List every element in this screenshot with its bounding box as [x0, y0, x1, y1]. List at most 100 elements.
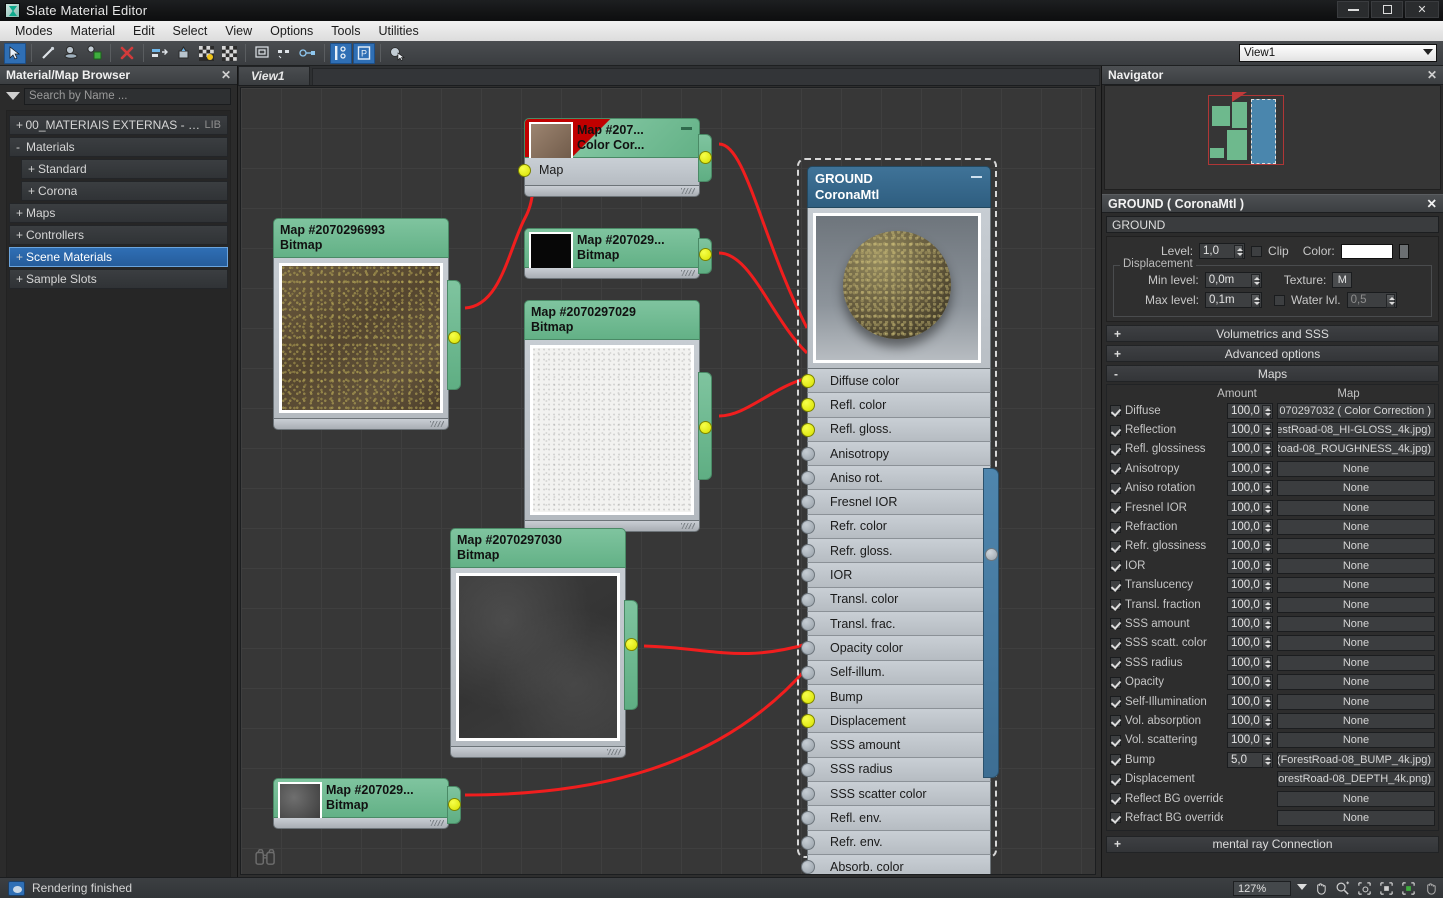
map-slot-button[interactable]: (ForestRoad-08_BUMP_4k.jpg) [1277, 751, 1435, 768]
socket-empty[interactable] [801, 592, 815, 607]
map-amount-spinner[interactable]: 100,0 [1227, 480, 1273, 497]
min-level-spinner[interactable]: 0,0m [1204, 272, 1262, 288]
browser-item-sample-slots[interactable]: + Sample Slots [9, 269, 228, 289]
socket-empty[interactable] [801, 835, 815, 850]
spinner-arrows-icon[interactable] [1262, 424, 1271, 439]
spinner-arrows-icon[interactable] [1262, 695, 1271, 710]
zoom-level-field[interactable]: 127% [1233, 881, 1291, 896]
material-slot-transl-color[interactable]: Transl. color [801, 587, 991, 612]
expand-sign[interactable]: + [28, 184, 38, 198]
node-header[interactable]: Map #207... Color Cor... [524, 118, 700, 164]
spinner-arrows-icon[interactable] [1262, 540, 1271, 555]
map-enable-checkbox[interactable] [1110, 502, 1121, 514]
minimize-icon[interactable] [681, 127, 692, 130]
background-dark-button[interactable] [218, 43, 240, 64]
material-slot-ior[interactable]: IOR [801, 563, 991, 588]
map-enable-checkbox[interactable] [1110, 637, 1121, 649]
spinner-arrows-icon[interactable] [1262, 637, 1271, 652]
socket-empty[interactable] [801, 762, 815, 777]
material-slot-anisotropy[interactable]: Anisotropy [801, 441, 991, 467]
menu-item-modes[interactable]: Modes [6, 23, 62, 39]
select-tool-button[interactable] [4, 42, 26, 64]
zoom-extents-selected-icon[interactable] [1399, 880, 1417, 897]
tab-view1[interactable]: View1 [238, 66, 310, 85]
spinner-arrows-icon[interactable] [1262, 482, 1271, 497]
map-enable-checkbox[interactable] [1110, 482, 1121, 494]
output-socket[interactable] [699, 421, 712, 434]
socket-connected[interactable] [801, 398, 815, 413]
spinner-arrows-icon[interactable] [1385, 294, 1395, 308]
spinner-arrows-icon[interactable] [1262, 714, 1271, 729]
material-slot-diffuse-color[interactable]: Diffuse color [801, 369, 991, 394]
map-enable-checkbox[interactable] [1110, 560, 1121, 572]
select-tree-button[interactable] [297, 43, 319, 64]
spinner-arrows-icon[interactable] [1262, 734, 1271, 749]
water-level-checkbox[interactable] [1274, 294, 1286, 306]
map-slot-button[interactable]: None [1277, 460, 1435, 477]
map-amount-spinner[interactable]: 100,0 [1227, 712, 1273, 729]
close-icon[interactable]: ✕ [1427, 68, 1437, 82]
material-slot-sss-amount[interactable]: SSS amount [801, 733, 991, 758]
material-slot-transl-frac[interactable]: Transl. frac. [801, 611, 991, 637]
map-slot-button[interactable]: None [1277, 538, 1435, 555]
menu-item-view[interactable]: View [216, 23, 261, 39]
water-level-spinner[interactable]: 0,5 [1346, 292, 1397, 308]
map-enable-checkbox[interactable] [1110, 754, 1121, 766]
color-swatch-secondary[interactable] [1398, 243, 1409, 259]
zoom-region-icon[interactable] [1355, 880, 1373, 897]
spinner-arrows-icon[interactable] [1262, 656, 1271, 671]
map-slot-button[interactable]: 070297032 ( Color Correction ) [1277, 402, 1435, 419]
material-slot-refr-env[interactable]: Refr. env. [801, 830, 991, 855]
socket-empty[interactable] [801, 519, 815, 534]
level-spinner[interactable]: 1,0 [1199, 243, 1246, 259]
map-slot-button[interactable]: None [1277, 732, 1435, 749]
chevron-down-icon[interactable] [6, 92, 20, 100]
map-slot-button[interactable]: None [1277, 674, 1435, 691]
zoom-icon[interactable] [1333, 880, 1351, 897]
socket-empty[interactable] [801, 787, 815, 802]
view-selector-dropdown[interactable]: View1 [1239, 44, 1437, 62]
node-ground-material[interactable]: GROUND CoronaMtl Diffuse color Refl. colo… [801, 166, 991, 874]
socket-connected[interactable] [801, 374, 815, 388]
output-socket[interactable] [448, 331, 461, 344]
pan-hand-icon[interactable] [1421, 880, 1439, 897]
map-enable-checkbox[interactable] [1110, 657, 1121, 669]
socket-empty[interactable] [801, 811, 815, 826]
socket-empty[interactable] [801, 641, 815, 656]
map-enable-checkbox[interactable] [1110, 773, 1121, 785]
node-header[interactable]: Map #2070296993 Bitmap [273, 218, 449, 258]
minimize-icon[interactable] [971, 176, 982, 178]
expand-sign[interactable]: + [16, 272, 26, 286]
material-output-socket[interactable] [985, 548, 998, 561]
map-amount-spinner[interactable]: 100,0 [1227, 654, 1273, 671]
show-browser-button[interactable] [330, 42, 352, 64]
map-amount-spinner[interactable]: 100,0 [1227, 460, 1273, 477]
map-enable-checkbox[interactable] [1110, 540, 1121, 552]
map-amount-spinner[interactable]: 100,0 [1227, 732, 1273, 749]
map-amount-spinner[interactable]: 100,0 [1227, 519, 1273, 536]
material-slot-refr-color[interactable]: Refr. color [801, 514, 991, 540]
material-slot-refr-gloss[interactable]: Refr. gloss. [801, 539, 991, 564]
map-enable-checkbox[interactable] [1110, 599, 1121, 611]
socket-empty[interactable] [801, 544, 815, 559]
menu-item-select[interactable]: Select [164, 23, 217, 39]
color-swatch[interactable] [1340, 243, 1393, 259]
socket-empty[interactable] [801, 446, 815, 461]
expand-sign[interactable]: + [28, 162, 38, 176]
material-slot-refl-env[interactable]: Refl. env. [801, 806, 991, 831]
map-enable-checkbox[interactable] [1110, 463, 1121, 475]
browser-item-standard[interactable]: + Standard [21, 159, 228, 179]
browser-item-materials[interactable]: - Materials [9, 137, 228, 157]
spinner-arrows-icon[interactable] [1262, 404, 1271, 419]
browser-item-scene-materials[interactable]: + Scene Materials [9, 247, 228, 267]
output-socket-tab[interactable] [624, 600, 638, 710]
browser-item-controllers[interactable]: + Controllers [9, 225, 228, 245]
output-socket[interactable] [699, 151, 712, 164]
browser-item-corona[interactable]: + Corona [21, 181, 228, 201]
node-color-correction[interactable]: Map #207... Color Cor... Map [518, 118, 712, 197]
map-slot-button[interactable]: None [1277, 519, 1435, 536]
socket-connected[interactable] [801, 689, 815, 704]
map-amount-spinner[interactable]: 5,0 [1227, 751, 1273, 768]
layout-all-button[interactable] [251, 43, 273, 64]
output-socket[interactable] [448, 798, 461, 811]
